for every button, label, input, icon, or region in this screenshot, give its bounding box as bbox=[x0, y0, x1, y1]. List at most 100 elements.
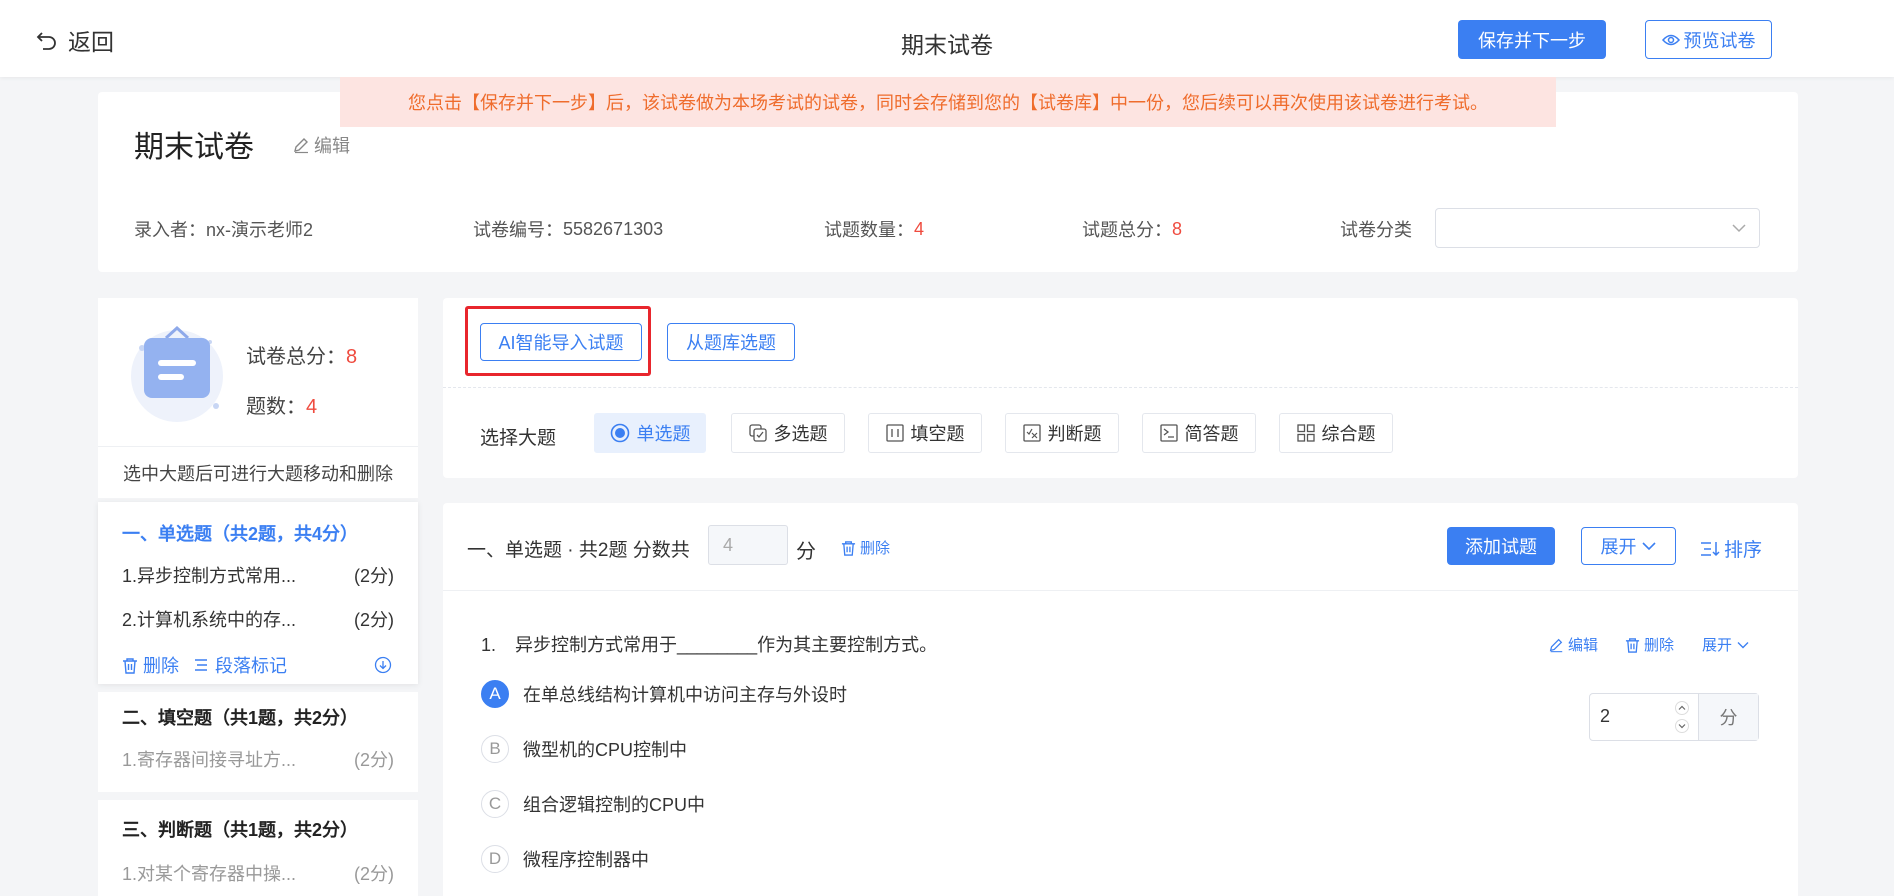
option-a[interactable]: A 在单总线结构计算机中访问主存与外设时 bbox=[481, 680, 847, 708]
sidebar-total-value: 8 bbox=[346, 346, 358, 368]
expand-all-button[interactable]: 展开 bbox=[1581, 527, 1676, 565]
mark-label: 段落标记 bbox=[215, 656, 287, 676]
collapse-down-icon[interactable] bbox=[374, 656, 392, 674]
tab-comprehensive[interactable]: 综合题 bbox=[1279, 413, 1393, 453]
sidebar-count: 题数：4 bbox=[246, 390, 317, 419]
paragraph-mark-button[interactable]: 段落标记 bbox=[193, 652, 287, 678]
sidebar-count-value: 4 bbox=[306, 396, 318, 418]
from-bank-button[interactable]: 从题库选题 bbox=[667, 323, 795, 361]
tab-short-answer[interactable]: 简答题 bbox=[1142, 413, 1256, 453]
option-c[interactable]: C 组合逻辑控制的CPU中 bbox=[481, 790, 705, 818]
tab-label: 填空题 bbox=[910, 424, 965, 444]
category-select[interactable] bbox=[1435, 208, 1760, 248]
sort-label: 排序 bbox=[1724, 540, 1763, 561]
eye-icon bbox=[1661, 34, 1680, 45]
code-label: 试卷编号： bbox=[473, 220, 563, 240]
option-b[interactable]: B 微型机的CPU控制中 bbox=[481, 735, 687, 763]
chevron-down-icon bbox=[1641, 542, 1656, 551]
stat-card: 试卷总分：8 题数：4 bbox=[98, 298, 418, 446]
tab-fill-blank[interactable]: 填空题 bbox=[868, 413, 982, 453]
option-d[interactable]: D 微程序控制器中 bbox=[481, 845, 649, 873]
section-title: 一、单选题（共2题，共4分） bbox=[122, 524, 359, 544]
count-row: 试题数量： 4 bbox=[824, 216, 924, 242]
item-score: (2分) bbox=[354, 750, 394, 770]
pencil-icon bbox=[294, 138, 308, 154]
fill-blank-icon bbox=[885, 424, 904, 442]
item-text: 1.寄存器间接寻址方... bbox=[122, 750, 297, 770]
score-value: 2 bbox=[1600, 706, 1611, 726]
judge-icon bbox=[1022, 424, 1041, 442]
option-text: 微型机的CPU控制中 bbox=[523, 740, 688, 760]
chevron-down-icon bbox=[1732, 224, 1746, 233]
edit-label: 编辑 bbox=[1568, 637, 1599, 654]
delete-label: 删除 bbox=[143, 656, 179, 676]
page-title: 期末试卷 bbox=[901, 32, 993, 58]
sort-icon bbox=[1701, 541, 1720, 556]
paper-illustration-icon bbox=[131, 325, 223, 422]
question-delete-button[interactable]: 删除 bbox=[1625, 634, 1674, 655]
option-text: 在单总线结构计算机中访问主存与外设时 bbox=[523, 685, 847, 705]
top-bar: 返回 期末试卷 保存并下一步 预览试卷 bbox=[0, 0, 1894, 77]
multi-select-icon bbox=[748, 424, 767, 442]
move-hint: 选中大题后可进行大题移动和删除 bbox=[98, 446, 418, 498]
notice-banner: 您点击【保存并下一步】后，该试卷做为本场考试的试卷，同时会存储到您的【试卷库】中… bbox=[340, 77, 1556, 127]
outline-section-single[interactable]: 一、单选题（共2题，共4分） 1.异步控制方式常用... (2分) 2.计算机系… bbox=[98, 502, 418, 684]
expand-label: 展开 bbox=[1600, 537, 1637, 557]
option-key: B bbox=[481, 735, 509, 763]
sort-button[interactable]: 排序 bbox=[1700, 535, 1762, 562]
tab-judge[interactable]: 判断题 bbox=[1005, 413, 1119, 453]
question-score-input[interactable]: 2 分 bbox=[1589, 693, 1759, 741]
question-section-card: 一、单选题 · 共2题 分数共 4 分 删除 添加试题 展开 排序 1. 异步控… bbox=[443, 503, 1798, 896]
tab-multi-choice[interactable]: 多选题 bbox=[731, 413, 845, 453]
grid-icon bbox=[1296, 424, 1315, 442]
outline-section-fill[interactable]: 二、填空题（共1题，共2分） 1.寄存器间接寻址方... (2分) bbox=[98, 692, 418, 792]
chevron-down-icon bbox=[1737, 641, 1749, 648]
tab-single-choice[interactable]: 单选题 bbox=[594, 413, 706, 453]
back-button[interactable]: 返回 bbox=[36, 25, 114, 55]
edit-label: 编辑 bbox=[314, 136, 350, 156]
pencil-icon bbox=[1549, 638, 1563, 652]
outline-item[interactable]: 1.对某个寄存器中操... (2分) bbox=[122, 860, 394, 886]
item-score: (2分) bbox=[354, 610, 394, 630]
trash-icon bbox=[123, 657, 137, 674]
section-delete-button[interactable]: 删除 bbox=[841, 537, 890, 558]
creator-row: 录入者： nx-演示老师2 bbox=[134, 216, 313, 242]
outline-item[interactable]: 1.异步控制方式常用... (2分) bbox=[122, 562, 394, 588]
total-value: 8 bbox=[1172, 218, 1183, 239]
item-score: (2分) bbox=[354, 864, 394, 884]
creator-value: nx-演示老师2 bbox=[206, 220, 314, 240]
option-key: C bbox=[481, 790, 509, 818]
question-expand-button[interactable]: 展开 bbox=[1702, 634, 1754, 655]
section-header: 一、单选题 · 共2题 分数共 4 分 删除 添加试题 展开 排序 bbox=[443, 503, 1798, 591]
section-label: 一、单选题 · 共2题 分数共 bbox=[467, 540, 690, 561]
ai-import-button[interactable]: AI智能导入试题 bbox=[480, 323, 642, 361]
outline-item[interactable]: 1.寄存器间接寻址方... (2分) bbox=[122, 746, 394, 772]
outline-panel: 试卷总分：8 题数：4 选中大题后可进行大题移动和删除 一、单选题（共2题，共4… bbox=[98, 298, 418, 896]
section-delete-button[interactable]: 删除 bbox=[122, 652, 179, 678]
short-answer-icon bbox=[1159, 424, 1178, 442]
section-score-input[interactable]: 4 bbox=[708, 525, 788, 565]
preview-label: 预览试卷 bbox=[1683, 30, 1756, 51]
paper-title: 期末试卷 bbox=[134, 131, 254, 164]
add-question-button[interactable]: 添加试题 bbox=[1447, 527, 1555, 565]
item-text: 2.计算机系统中的存... bbox=[122, 610, 297, 630]
delete-label: 删除 bbox=[1644, 637, 1675, 654]
spinner-icon[interactable] bbox=[1674, 700, 1690, 734]
delete-label: 删除 bbox=[860, 540, 891, 557]
outline-section-judge[interactable]: 三、判断题（共1题，共2分） 1.对某个寄存器中操... (2分) bbox=[98, 800, 418, 896]
preview-button[interactable]: 预览试卷 bbox=[1645, 20, 1772, 59]
question-text: 异步控制方式常用于________作为其主要控制方式。 bbox=[515, 635, 938, 655]
tab-label: 综合题 bbox=[1321, 424, 1376, 444]
item-text: 1.对某个寄存器中操... bbox=[122, 864, 297, 884]
trash-icon bbox=[1625, 637, 1640, 653]
sidebar-total: 试卷总分：8 bbox=[246, 340, 357, 369]
option-text: 组合逻辑控制的CPU中 bbox=[523, 795, 706, 815]
outline-item[interactable]: 2.计算机系统中的存... (2分) bbox=[122, 606, 394, 632]
sidebar-total-label: 试卷总分： bbox=[246, 346, 346, 368]
save-next-button[interactable]: 保存并下一步 bbox=[1458, 20, 1606, 59]
question-number: 1. bbox=[481, 635, 497, 655]
edit-title-button[interactable]: 编辑 bbox=[292, 132, 350, 158]
question-stem: 1. 异步控制方式常用于________作为其主要控制方式。 bbox=[481, 631, 937, 657]
trash-icon bbox=[841, 540, 856, 556]
question-edit-button[interactable]: 编辑 bbox=[1548, 634, 1598, 655]
